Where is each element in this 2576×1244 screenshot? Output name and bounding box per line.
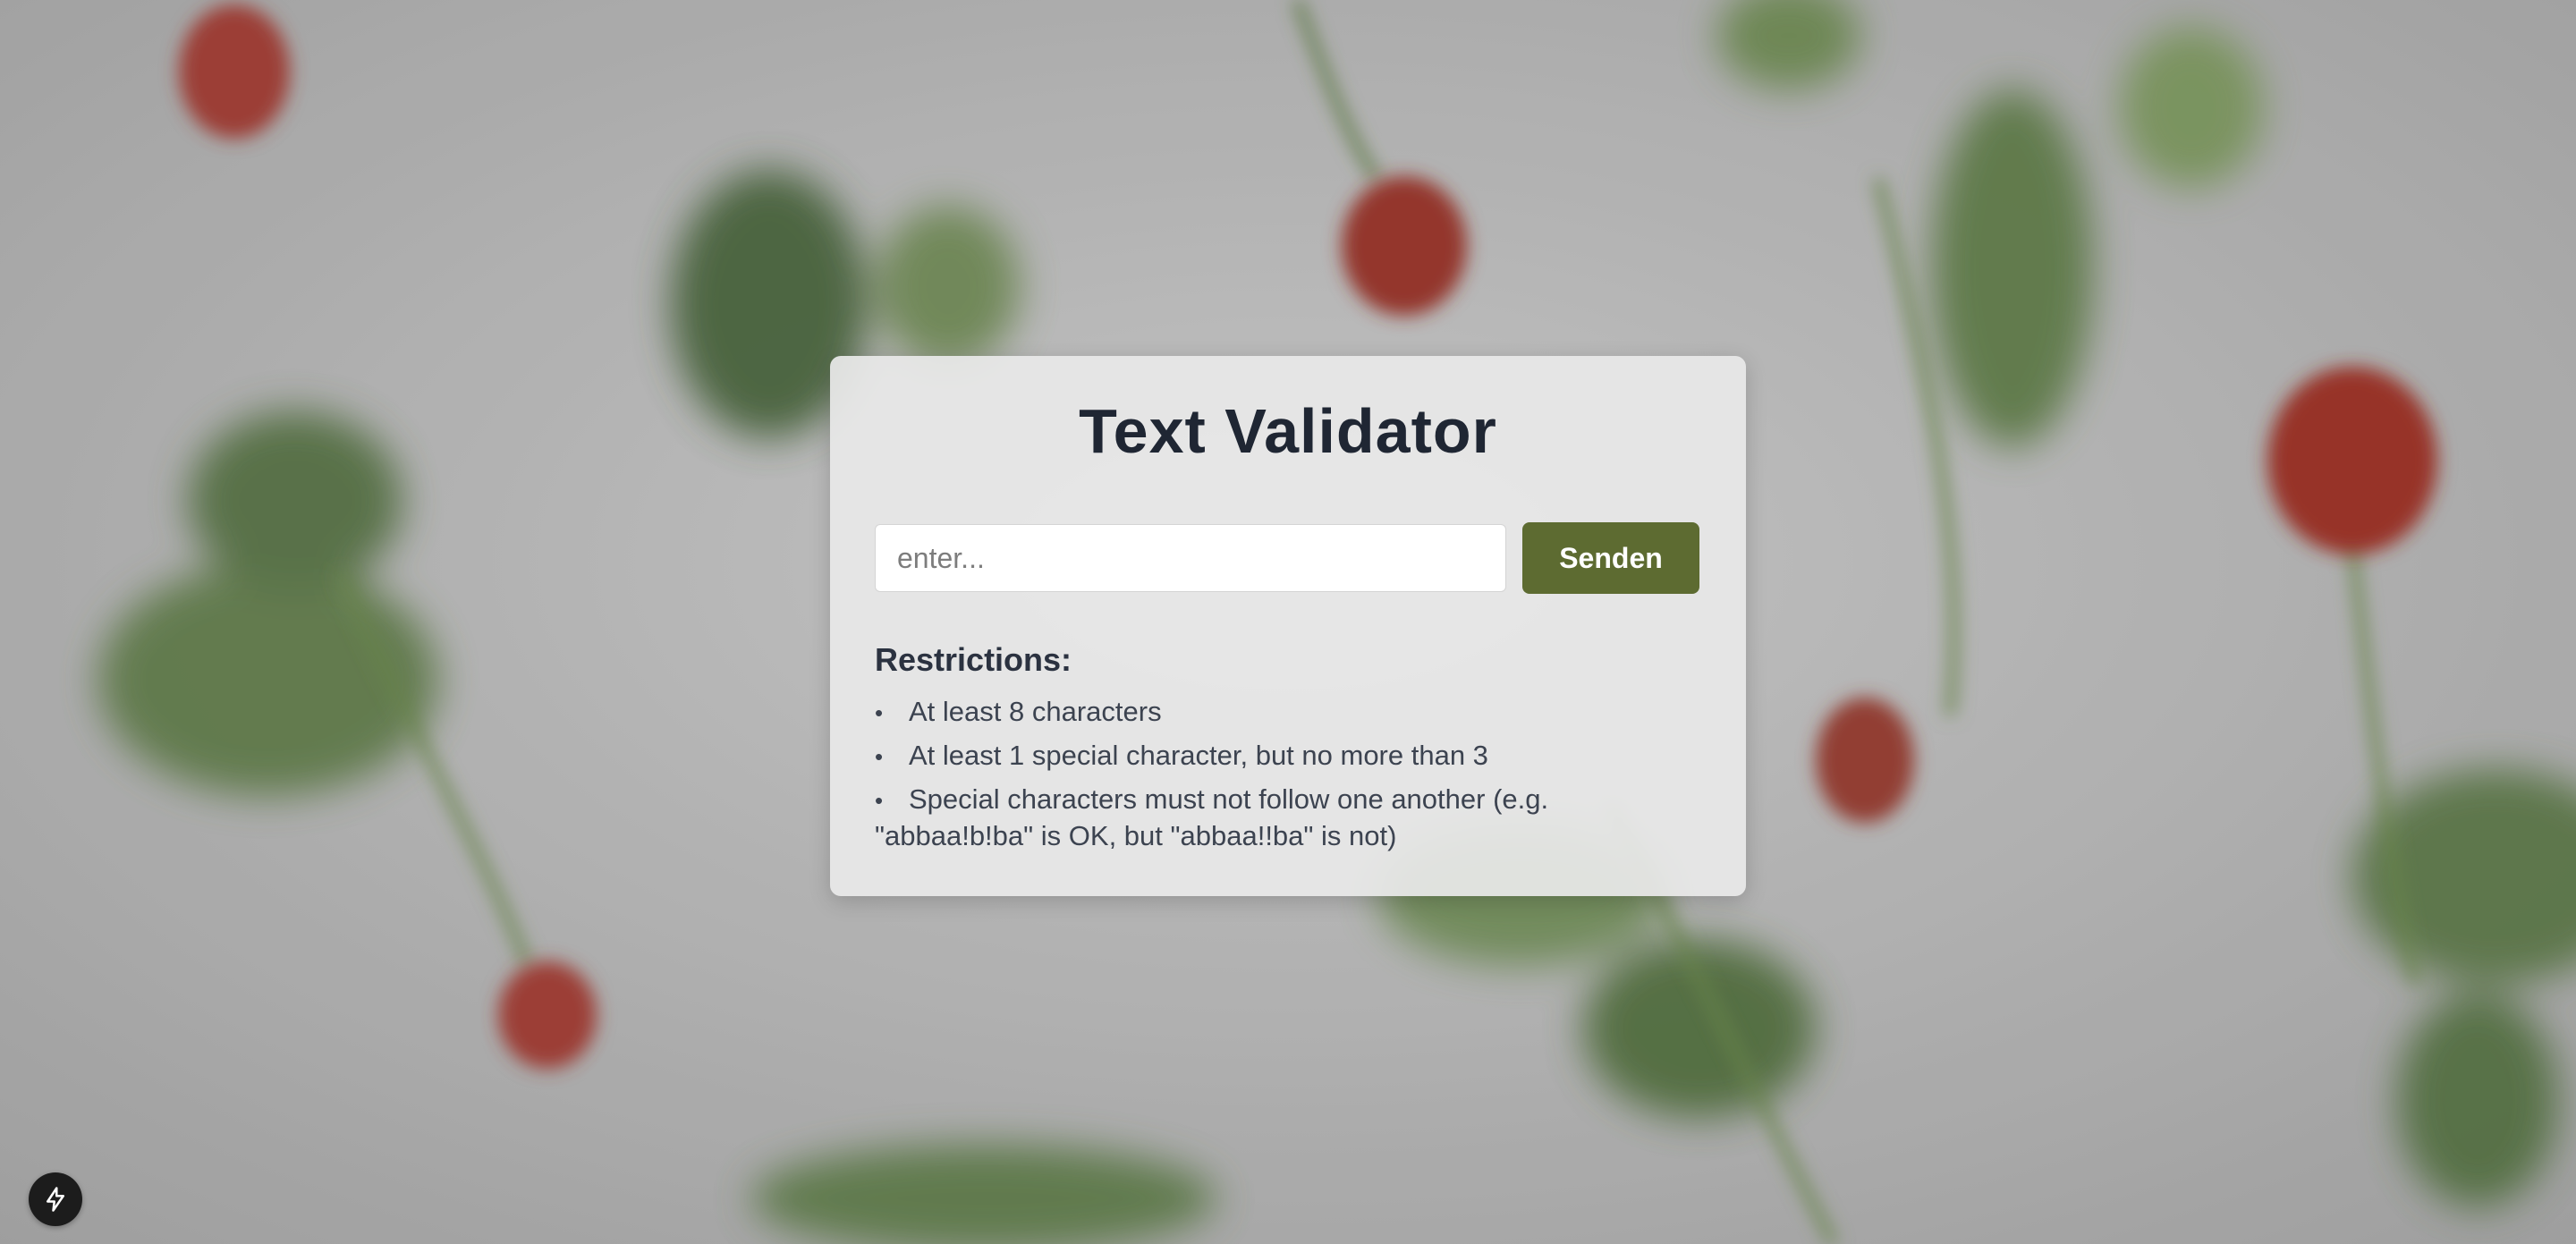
- lightning-button[interactable]: [29, 1172, 82, 1226]
- restriction-item: • Special characters must not follow one …: [875, 782, 1701, 854]
- bullet-icon: •: [875, 743, 884, 770]
- validator-card: Text Validator Senden Restrictions: • At …: [830, 356, 1746, 896]
- input-row: Senden: [875, 522, 1701, 594]
- restrictions-heading: Restrictions:: [875, 641, 1072, 678]
- text-input[interactable]: [875, 524, 1506, 592]
- lightning-bolt-icon: [47, 1187, 64, 1212]
- restriction-item: • At least 1 special character, but no mo…: [875, 738, 1701, 774]
- restriction-text: Special characters must not follow one a…: [875, 783, 1549, 851]
- restrictions-list: • At least 8 characters • At least 1 speci…: [875, 694, 1701, 854]
- restriction-item: • At least 8 characters: [875, 694, 1701, 731]
- page: Text Validator Senden Restrictions: • At …: [0, 0, 2576, 1244]
- bullet-icon: •: [875, 787, 884, 814]
- page-title: Text Validator: [1079, 396, 1497, 466]
- bullet-icon: •: [875, 699, 884, 726]
- restriction-text: At least 1 special character, but no mor…: [909, 740, 1488, 771]
- send-button[interactable]: Senden: [1522, 522, 1699, 594]
- restriction-text: At least 8 characters: [909, 696, 1162, 727]
